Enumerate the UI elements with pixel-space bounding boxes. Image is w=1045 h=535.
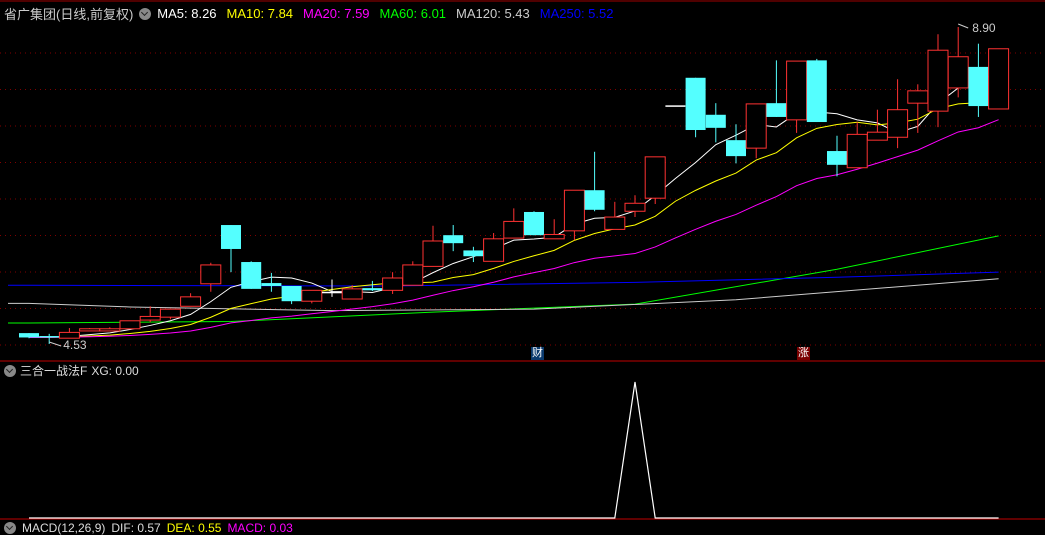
high-arrow [958, 23, 969, 29]
candle-body [806, 60, 827, 123]
candle-body [685, 77, 706, 131]
macd-dea: DEA: 0.55 [166, 521, 222, 535]
candle-body [887, 109, 909, 138]
candle-body [362, 288, 383, 291]
candle-body [846, 133, 868, 169]
candle-body [159, 308, 181, 318]
low-label: 4.53 [63, 338, 87, 352]
stock-title: 省广集团(日线,前复权) [4, 7, 134, 22]
candle-body [221, 225, 241, 249]
ma-label: MA10: 7.84 [226, 6, 294, 21]
xg-value: XG: 0.00 [91, 363, 139, 378]
candle-body [726, 140, 746, 157]
candle-body [947, 56, 969, 89]
candle-body [624, 202, 646, 212]
candle-body [604, 216, 626, 230]
candle-body [443, 235, 464, 244]
candle-body [927, 49, 949, 112]
xg-line [29, 381, 999, 519]
candle-body [524, 211, 544, 236]
candle-body [705, 114, 726, 128]
candle-body [463, 250, 484, 257]
ma-label: MA60: 6.01 [379, 6, 447, 21]
ma-label: MA5: 8.26 [157, 6, 217, 21]
candle-body [786, 60, 808, 121]
candle-body [341, 288, 363, 300]
candle-body [422, 240, 444, 267]
ma120-line [8, 278, 999, 312]
limit-up-badge[interactable]: 涨 [797, 347, 810, 360]
candle-body [503, 220, 525, 239]
indicator-header: 三合一战法F XG: 0.00 [4, 362, 139, 379]
chevron-down-icon[interactable] [4, 364, 16, 377]
candle-body [139, 315, 161, 321]
candle-body [745, 103, 767, 149]
candle-body [563, 189, 585, 232]
candlestick-chart: 8.90 4.53 [0, 0, 1045, 520]
candle-body [382, 277, 404, 291]
candle-body [483, 238, 505, 262]
candle-body [827, 151, 847, 165]
chart-header: 省广集团(日线,前复权) MA5: 8.26 MA10: 7.84 MA20: 7.… [4, 4, 613, 23]
macd-title: MACD(12,26,9) [22, 521, 106, 535]
indicator-title: 三合一战法F [20, 364, 88, 378]
candle-body [39, 336, 60, 338]
chevron-down-icon[interactable] [4, 522, 16, 534]
candle-body [119, 320, 141, 330]
candle-body [866, 131, 888, 141]
macd-value: MACD: 0.03 [227, 521, 293, 535]
candle-body [241, 262, 262, 289]
candle-body [988, 48, 1010, 110]
candle-body [543, 233, 565, 240]
candle-body [301, 289, 323, 302]
macd-dif: DIF: 0.57 [111, 521, 161, 535]
candle-body [402, 264, 424, 286]
candle-body [665, 105, 686, 107]
candle-body [19, 333, 39, 338]
high-label: 8.90 [972, 21, 996, 35]
ma-label: MA20: 7.59 [303, 6, 370, 21]
ma250-line [8, 271, 999, 287]
candle-body [322, 291, 342, 294]
candle-body [584, 190, 605, 210]
candle-body [200, 264, 222, 285]
chevron-down-icon[interactable] [139, 7, 152, 20]
candle-body [968, 66, 989, 107]
candle-body [281, 285, 302, 302]
candle-body [766, 103, 787, 117]
candle-body [644, 156, 666, 199]
candle-body [180, 296, 202, 307]
finance-badge[interactable]: 财 [531, 347, 544, 360]
ma5-line [28, 70, 999, 338]
candle-body [907, 90, 929, 104]
candle-body [99, 328, 121, 332]
ma-label: MA250: 5.52 [539, 6, 614, 21]
macd-header: MACD(12,26,9) DIF: 0.57 DEA: 0.55 MACD: … [4, 521, 293, 535]
candle-body [261, 283, 282, 286]
ma-label: MA120: 5.43 [456, 6, 530, 21]
candle-body [79, 328, 101, 332]
